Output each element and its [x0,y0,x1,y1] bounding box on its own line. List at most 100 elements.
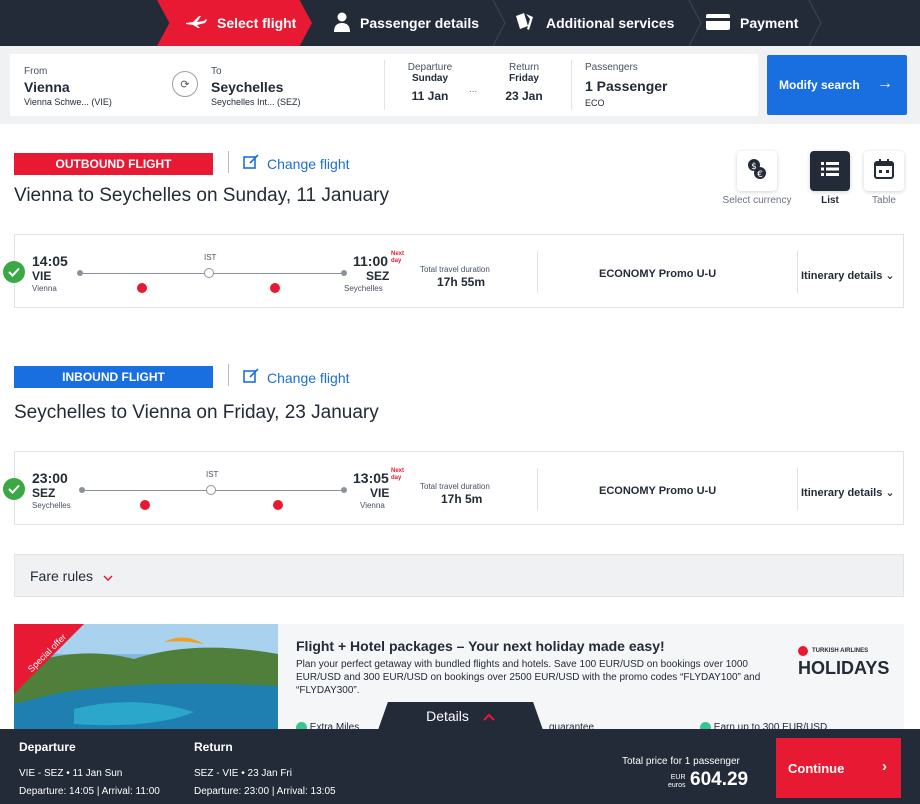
outbound-badge: OUTBOUND FLIGHT [14,153,213,175]
promo-image: Special offer [14,624,278,734]
return-date: 23 Jan [505,89,543,103]
step-passenger-details[interactable]: Passenger details [330,0,500,46]
departure-label: Departure [407,62,453,73]
search-summary: From Vienna Vienna Schwe... (VIE) ⟳ To S… [10,54,758,116]
departure-date: 11 Jan [411,89,449,103]
inbound-flight-card[interactable]: 23:00 SEZ Seychelles IST 13:05 Next day V… [3,451,904,525]
timeline-end-dot [341,270,347,276]
select-currency-label: Select currency [722,195,792,206]
departure-code: SEZ [32,486,56,500]
fare-class: ECONOMY Promo U-U [599,268,717,280]
arrival-city: Vienna [360,501,385,510]
change-flight-label: Change flight [267,369,350,386]
step-additional-services[interactable]: Additional services [514,0,694,46]
currency-icon: $ € [747,158,767,185]
departure-code: VIE [32,269,52,283]
outbound-flight-card[interactable]: 14:05 VIE Vienna IST 11:00 Next day SEZ S… [3,234,904,308]
services-icon [514,12,536,35]
card-icon [706,13,730,33]
departure-time: 14:05 [32,253,68,269]
swap-icon[interactable]: ⟳ [172,71,198,97]
continue-label: Continue [788,760,845,776]
details-toggle[interactable]: Details [378,702,543,730]
modify-search-button[interactable]: Modify search → [767,55,907,115]
chevron-down-icon: ⌄ [885,270,895,282]
divider [537,251,538,293]
plane-icon [185,15,207,32]
chevron-up-icon [483,708,495,724]
return-day: Friday [508,73,539,84]
departure-times: Departure: 14:05 | Arrival: 11:00 [19,786,160,797]
divider [537,468,538,510]
to-airport: Seychelles Int... (SEZ) [211,97,301,107]
inbound-badge: INBOUND FLIGHT [14,366,213,388]
return-date-field[interactable]: Return Friday 23 Jan [492,62,556,103]
date-range-dots: ... [469,84,478,95]
fare-rules-label: Fare rules [30,567,94,584]
departure-heading: Departure [19,740,76,754]
divider [797,251,798,293]
arrow-right-icon: → [877,75,893,92]
next-day-indicator: Next day [391,468,405,481]
passengers-label: Passengers [585,62,638,73]
promo-title: Flight + Hotel packages – Your next holi… [296,638,665,654]
step-label: Passenger details [360,15,480,31]
modify-search-label: Modify search [779,78,860,92]
step-separator [808,0,822,46]
divider [571,60,572,110]
departure-city: Vienna [32,284,57,293]
total-price: 604.29 [690,769,749,790]
step-separator [492,0,506,46]
cabin-class: ECO [585,98,605,108]
turkish-holidays-logo: TURKISH AIRLINES HOLIDAYS [798,646,890,678]
arrival-time: 13:05 [353,470,389,486]
list-icon [821,161,839,181]
duration-value: 17h 5m [441,492,483,506]
itinerary-details-link[interactable]: Itinerary details ⌄ [801,269,895,282]
from-airport: Vienna Schwe... (VIE) [24,97,112,107]
itinerary-details-link[interactable]: Itinerary details ⌄ [801,486,895,499]
currency-label: EUR euros [668,774,686,789]
svg-text:€: € [757,170,763,180]
step-select-flight[interactable]: Select flight [157,0,312,46]
duration-value: 17h 55m [437,275,486,289]
fare-class: ECONOMY Promo U-U [599,485,717,497]
outbound-route-title: Vienna to Seychelles on Sunday, 11 Janua… [14,185,389,206]
stop-code: IST [204,253,217,262]
person-icon [334,12,350,35]
arrival-city: Seychelles [344,284,383,293]
airline-logo-icon [137,283,147,293]
step-label: Payment [740,15,799,31]
inbound-route-title: Seychelles to Vienna on Friday, 23 Janua… [14,402,379,423]
check-icon [3,478,25,500]
divider [228,151,229,173]
airline-logo-icon [270,283,280,293]
chevron-down-icon [103,568,113,584]
fare-rules-toggle[interactable]: Fare rules [14,554,904,597]
divider [797,468,798,510]
table-view-button[interactable] [864,151,904,191]
departure-route: VIE - SEZ • 11 Jan Sun [19,768,123,779]
check-icon [3,261,25,283]
from-city[interactable]: Vienna [24,79,70,95]
stop-marker [206,485,216,495]
step-label: Additional services [546,15,675,31]
divider [228,364,229,386]
airline-logo-icon [273,500,283,510]
select-currency-button[interactable]: $ € [737,151,777,191]
departure-day: Sunday [411,73,449,84]
departure-date-field[interactable]: Departure Sunday 11 Jan [398,62,462,103]
arrival-time: 11:00 [353,253,389,269]
edit-icon [243,368,259,387]
change-outbound-flight-link[interactable]: Change flight [243,154,350,173]
return-label: Return [508,62,539,73]
list-view-button[interactable] [810,151,850,191]
to-city[interactable]: Seychelles [211,79,283,95]
divider [384,60,385,110]
chevron-down-icon: ⌄ [885,487,895,499]
change-inbound-flight-link[interactable]: Change flight [243,368,350,387]
edit-icon [243,154,259,173]
next-day-indicator: Next day [391,251,405,264]
continue-button[interactable]: Continue › [776,738,901,798]
calendar-icon [874,158,894,184]
